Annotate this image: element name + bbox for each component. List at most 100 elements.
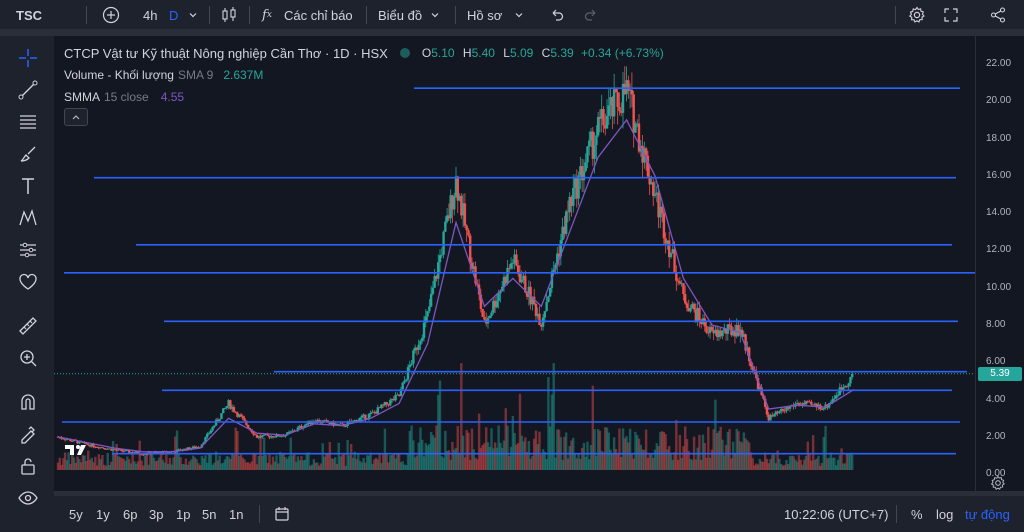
indicators-button[interactable]: Các chỉ báo [284,0,353,30]
divider [895,6,896,24]
candle-body [241,416,244,419]
range-5y[interactable]: 5y [69,496,83,532]
candlestick-series [56,66,854,457]
chevron-down-icon[interactable] [430,0,440,30]
candle-body [847,383,850,387]
candle-body [685,303,689,309]
range-1d[interactable]: 1n [229,496,243,532]
heart-icon[interactable] [12,268,44,296]
volume-bar [851,454,854,470]
price-tick: 14.00 [986,207,1012,219]
symbol-search[interactable]: TSC [16,0,42,30]
go-to-date-icon[interactable] [273,496,291,532]
candle-body [469,235,472,263]
range-6m[interactable]: 6p [123,496,137,532]
candle-body [497,293,500,302]
candle-body [652,182,655,196]
text-tool-icon[interactable] [12,172,44,200]
eye-icon[interactable] [12,484,44,512]
bottom-toolbar: 5y 1y 6p 3p 1p 5n 1n 10:22:06 (UTC+7) % … [54,496,1024,532]
settings-gear-icon[interactable] [908,0,926,30]
price-axis[interactable]: 5.39 22.00 20.00 18.00 16.00 14.00 12.00 10.00… [975,36,1024,491]
chevron-down-icon[interactable] [514,0,524,30]
fx-icon[interactable]: fx [262,0,272,30]
candle-body [463,203,467,226]
candle-body [836,395,840,396]
range-5d[interactable]: 5n [202,496,216,532]
candle-body [682,283,685,295]
candle-body [584,162,587,171]
price-tick: 6.00 [986,356,1006,368]
auto-scale-toggle[interactable]: tự động [965,496,1010,532]
candle-body [634,123,637,133]
candle-body [412,350,415,364]
candle-body [437,262,440,279]
collapse-legend-button[interactable] [64,108,88,126]
candle-body [218,419,221,421]
candle-body [266,434,269,436]
undo-icon[interactable] [549,0,565,30]
candle-body [481,308,484,317]
market-status-icon[interactable] [399,48,410,58]
axis-settings-gear-icon[interactable] [990,475,1006,491]
stay-in-drawing-mode-icon[interactable] [12,420,44,448]
pattern-icon[interactable] [12,204,44,232]
crosshair-icon[interactable] [12,44,44,72]
tradingview-logo[interactable] [64,442,90,458]
candle-body [811,404,815,406]
candle-body [405,379,408,381]
profile-button[interactable]: Hồ sơ [467,0,502,30]
trend-line-icon[interactable] [12,76,44,104]
candle-body [678,281,682,284]
prediction-icon[interactable] [12,236,44,264]
smma-legend[interactable]: SMMA 15 close 4.55 [64,86,664,108]
candle-body [206,433,209,438]
fib-retracement-icon[interactable] [12,108,44,136]
log-scale-toggle[interactable]: log [936,496,953,532]
candle-body [344,426,348,427]
range-3m[interactable]: 3p [149,496,163,532]
legend-title[interactable]: CTCP Vật tư Kỹ thuật Nông nghiệp Cần Thơ… [64,46,388,61]
interval-4h[interactable]: 4h [143,0,157,30]
redo-icon[interactable] [583,0,599,30]
candle-body [698,307,701,321]
share-icon[interactable] [989,0,1007,30]
candle-body [465,225,468,231]
candle-body [305,423,308,426]
candle-body [453,196,456,210]
volume-legend[interactable]: Volume - Khối lượng SMA 9 2.637M [64,64,664,86]
chevron-down-icon[interactable] [188,0,198,30]
fullscreen-icon[interactable] [943,0,959,30]
candle-body [360,415,364,418]
candle-body [543,311,547,318]
candle-body [358,417,362,421]
ruler-icon[interactable] [12,312,44,340]
candle-body [234,411,237,413]
timezone-clock[interactable]: 10:22:06 (UTC+7) [784,496,888,532]
candle-body [243,418,246,421]
range-1m[interactable]: 1p [176,496,190,532]
price-chart[interactable]: CTCP Vật tư Kỹ thuật Nông nghiệp Cần Thơ… [54,36,975,491]
chart-layout-button[interactable]: Biểu đồ [378,0,422,30]
divider [259,505,260,523]
zoom-in-icon[interactable] [12,344,44,372]
lock-icon[interactable] [12,452,44,480]
candle-body [728,324,731,327]
candle-body [389,400,392,406]
range-1y[interactable]: 1y [96,496,110,532]
candle-body [207,433,211,435]
divider [366,6,367,24]
candle-body [213,425,216,428]
candle-body [572,187,575,206]
compare-add-icon[interactable] [102,0,120,30]
brush-icon[interactable] [12,140,44,168]
candles-icon[interactable] [220,0,238,30]
last-price-label: 5.39 [978,366,1022,381]
interval-1d[interactable]: D [169,0,178,30]
price-tick: 20.00 [986,95,1012,107]
percent-scale-toggle[interactable]: % [911,496,923,532]
candle-body [684,294,687,304]
candle-body [849,377,852,384]
magnet-icon[interactable] [12,388,44,416]
candle-body [541,317,545,327]
